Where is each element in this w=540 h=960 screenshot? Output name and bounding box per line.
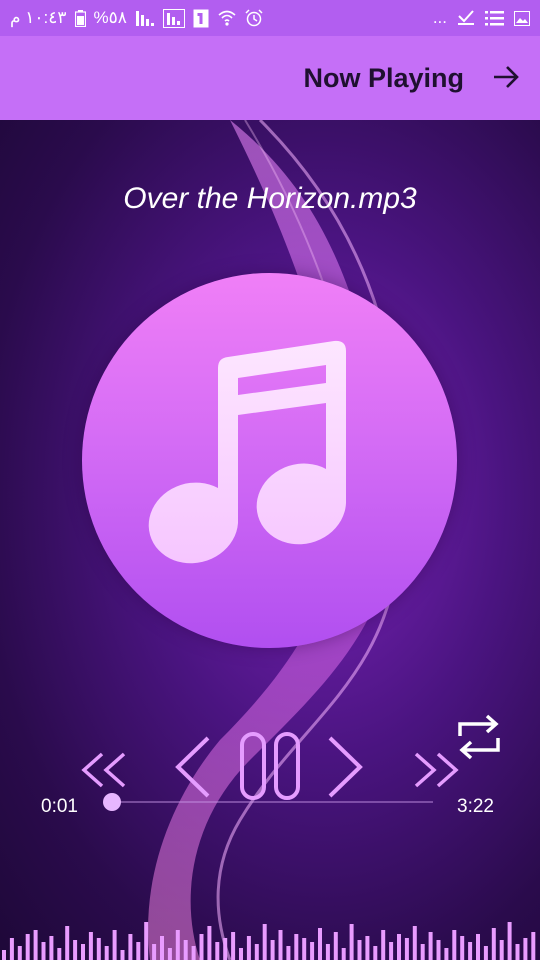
equalizer-bar (523, 938, 528, 960)
equalizer-bar (373, 946, 378, 960)
pause-icon[interactable] (238, 730, 302, 807)
equalizer-bar (57, 948, 62, 960)
equalizer-bar (318, 928, 322, 960)
equalizer-visualizer (2, 922, 536, 960)
equalizer-bar (175, 930, 180, 960)
equalizer-bar (412, 926, 417, 960)
equalizer-bar (436, 940, 441, 960)
equalizer-bar (349, 924, 354, 960)
equalizer-bar (128, 934, 133, 960)
equalizer-bar (404, 938, 409, 960)
equalizer-bar (81, 944, 85, 960)
equalizer-bar (476, 934, 480, 960)
equalizer-bar (397, 934, 401, 960)
equalizer-bar (160, 936, 164, 960)
equalizer-bar (357, 940, 362, 960)
equalizer-bar (65, 926, 70, 960)
total-time: 3:22 (457, 796, 494, 817)
equalizer-bar (199, 934, 204, 960)
equalizer-bar (144, 922, 149, 960)
equalizer-bar (507, 922, 512, 960)
repeat-icon[interactable] (455, 712, 503, 767)
app-bar: Now Playing (0, 36, 540, 120)
equalizer-bar (88, 932, 93, 960)
equalizer-bar (452, 930, 457, 960)
equalizer-bar (483, 946, 488, 960)
equalizer-bar (104, 946, 109, 960)
status-bar-right: ... (433, 8, 530, 28)
alarm-icon (245, 9, 263, 27)
current-time: 0:01 (41, 796, 78, 817)
image-icon (514, 10, 530, 26)
equalizer-bar (215, 942, 220, 960)
equalizer-bar (428, 932, 433, 960)
equalizer-bar (9, 938, 14, 960)
status-overflow: ... (432, 8, 447, 27)
equalizer-bar (286, 946, 291, 960)
signal-sim2-icon (162, 8, 185, 28)
previous-icon[interactable] (172, 732, 214, 807)
rewind-icon[interactable] (80, 748, 128, 797)
signal-icon (135, 9, 155, 27)
equalizer-bar (2, 950, 6, 960)
equalizer-bar (73, 940, 78, 960)
fast-forward-icon[interactable] (412, 748, 460, 797)
equalizer-bar (223, 938, 228, 960)
download-done-icon (457, 10, 475, 26)
equalizer-bar (41, 942, 46, 960)
equalizer-bar (278, 930, 283, 960)
equalizer-bar (120, 950, 125, 960)
equalizer-bar (389, 942, 394, 960)
equalizer-bar (183, 940, 188, 960)
equalizer-bar (239, 948, 243, 960)
status-bar: ١٠:٤٣ م %٥٨ ... (0, 0, 540, 36)
equalizer-bar (420, 944, 425, 960)
battery-percent: %٥٨ (93, 8, 127, 27)
equalizer-bar (167, 948, 172, 960)
page-title: Now Playing (303, 62, 464, 93)
equalizer-bar (112, 930, 117, 960)
track-title: Over the Horizon.mp3 (123, 182, 417, 215)
equalizer-bar (365, 936, 370, 960)
wifi-icon (217, 9, 237, 27)
equalizer-bar (25, 934, 30, 960)
equalizer-bar (136, 942, 141, 960)
equalizer-bar (325, 944, 330, 960)
music-note-icon (148, 340, 346, 564)
equalizer-bar (96, 938, 101, 960)
equalizer-bar (515, 944, 520, 960)
battery-icon (74, 9, 86, 27)
next-icon[interactable] (324, 732, 366, 807)
equalizer-bar (302, 938, 307, 960)
equalizer-bar (341, 948, 346, 960)
equalizer-bar (262, 924, 267, 960)
equalizer-bar (17, 946, 22, 960)
equalizer-bar (491, 928, 496, 960)
equalizer-bar (294, 934, 299, 960)
equalizer-bar (333, 932, 338, 960)
status-time: ١٠:٤٣ م (10, 8, 67, 27)
equalizer-bar (33, 930, 38, 960)
equalizer-bar (49, 936, 54, 960)
equalizer-bar (468, 942, 473, 960)
equalizer-bar (270, 940, 275, 960)
equalizer-bar (231, 932, 236, 960)
equalizer-bar (381, 930, 386, 960)
equalizer-bar (207, 926, 212, 960)
equalizer-bar (499, 940, 504, 960)
equalizer-bar (531, 932, 536, 960)
equalizer-bar (310, 942, 315, 960)
equalizer-bar (246, 936, 251, 960)
album-art (82, 273, 457, 648)
arrow-right-icon[interactable] (492, 63, 520, 96)
equalizer-bar (444, 948, 449, 960)
equalizer-bar (191, 946, 196, 960)
status-bar-left: ١٠:٤٣ م %٥٨ (10, 8, 263, 28)
player-area: Over the Horizon.mp3 0:01 3:22 (0, 120, 540, 960)
equalizer-bar (152, 944, 157, 960)
equalizer-bar (460, 936, 465, 960)
list-icon (485, 10, 504, 26)
equalizer-bar (254, 944, 259, 960)
sim-1-icon (193, 9, 209, 28)
